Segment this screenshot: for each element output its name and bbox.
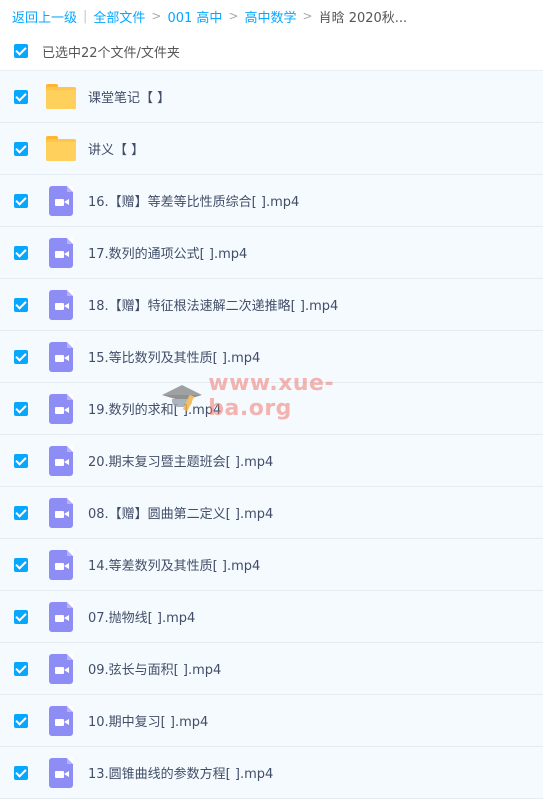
file-name[interactable]: 08.【赠】圆曲第二定义[ ].mp4 — [88, 503, 273, 522]
list-item[interactable]: 16.【赠】等差等比性质综合[ ].mp4 — [0, 175, 543, 227]
row-checkbox[interactable] — [14, 453, 28, 468]
video-file-icon — [46, 497, 78, 529]
selection-bar: 已选中22个文件/文件夹 — [0, 32, 543, 71]
selection-count-text: 已选中22个文件/文件夹 — [42, 45, 180, 61]
video-file-icon — [46, 445, 78, 477]
breadcrumb-001[interactable]: 001 高中 — [167, 7, 222, 26]
list-item[interactable]: 13.圆锥曲线的参数方程[ ].mp4 — [0, 747, 543, 799]
file-name[interactable]: 讲义【 】 — [88, 139, 144, 158]
row-checkbox[interactable] — [14, 661, 28, 676]
video-file-icon — [46, 601, 78, 633]
list-item[interactable]: 14.等差数列及其性质[ ].mp4 — [0, 539, 543, 591]
row-checkbox[interactable] — [14, 297, 28, 312]
breadcrumb-math[interactable]: 高中数学 — [245, 7, 297, 26]
file-name[interactable]: 17.数列的通项公式[ ].mp4 — [88, 243, 247, 262]
list-item[interactable]: 18.【赠】特征根法速解二次递推略[ ].mp4 — [0, 279, 543, 331]
file-name[interactable]: 09.弦长与面积[ ].mp4 — [88, 659, 221, 678]
breadcrumb-arrow: > — [151, 9, 162, 23]
list-item[interactable]: 20.期末复习暨主题班会[ ].mp4 — [0, 435, 543, 487]
row-checkbox[interactable] — [14, 89, 28, 104]
file-name[interactable]: 15.等比数列及其性质[ ].mp4 — [88, 347, 260, 366]
row-checkbox[interactable] — [14, 765, 28, 780]
file-name[interactable]: 18.【赠】特征根法速解二次递推略[ ].mp4 — [88, 295, 338, 314]
video-file-icon — [46, 705, 78, 737]
list-item[interactable]: 课堂笔记【 】 — [0, 71, 543, 123]
select-all-checkbox[interactable] — [14, 44, 28, 58]
video-file-icon — [46, 185, 78, 217]
list-item[interactable]: 07.抛物线[ ].mp4 — [0, 591, 543, 643]
list-item[interactable]: 09.弦长与面积[ ].mp4 — [0, 643, 543, 695]
breadcrumb-arrow: > — [302, 9, 313, 23]
video-file-icon — [46, 289, 78, 321]
file-name[interactable]: 14.等差数列及其性质[ ].mp4 — [88, 555, 260, 574]
file-name[interactable]: 13.圆锥曲线的参数方程[ ].mp4 — [88, 763, 273, 782]
breadcrumb: 返回上一级 | 全部文件 > 001 高中 > 高中数学 > 肖晗 2020秋.… — [0, 0, 543, 32]
row-checkbox[interactable] — [14, 193, 28, 208]
folder-icon — [46, 81, 78, 113]
file-name[interactable]: 10.期中复习[ ].mp4 — [88, 711, 208, 730]
file-name[interactable]: 19.数列的求和[ ].mp4 — [88, 399, 221, 418]
list-item[interactable]: 讲义【 】 — [0, 123, 543, 175]
breadcrumb-divider: | — [83, 8, 88, 24]
video-file-icon — [46, 757, 78, 789]
video-file-icon — [46, 341, 78, 373]
row-checkbox[interactable] — [14, 713, 28, 728]
list-item[interactable]: 15.等比数列及其性质[ ].mp4 — [0, 331, 543, 383]
breadcrumb-all-files[interactable]: 全部文件 — [93, 7, 145, 26]
file-name[interactable]: 16.【赠】等差等比性质综合[ ].mp4 — [88, 191, 299, 210]
row-checkbox[interactable] — [14, 141, 28, 156]
row-checkbox[interactable] — [14, 505, 28, 520]
row-checkbox[interactable] — [14, 401, 28, 416]
video-file-icon — [46, 653, 78, 685]
list-item[interactable]: 10.期中复习[ ].mp4 — [0, 695, 543, 747]
row-checkbox[interactable] — [14, 609, 28, 624]
file-name[interactable]: 课堂笔记【 】 — [88, 87, 170, 106]
list-item[interactable]: 19.数列的求和[ ].mp4 — [0, 383, 543, 435]
file-name[interactable]: 07.抛物线[ ].mp4 — [88, 607, 195, 626]
row-checkbox[interactable] — [14, 349, 28, 364]
file-name[interactable]: 20.期末复习暨主题班会[ ].mp4 — [88, 451, 273, 470]
row-checkbox[interactable] — [14, 557, 28, 572]
video-file-icon — [46, 549, 78, 581]
list-item[interactable]: 17.数列的通项公式[ ].mp4 — [0, 227, 543, 279]
folder-icon — [46, 133, 78, 165]
breadcrumb-current: 肖晗 2020秋... — [318, 10, 408, 26]
file-list: 课堂笔记【 】讲义【 】 16.【赠】等差等比性质综合[ ].mp4 17.数列的通… — [0, 71, 543, 799]
row-checkbox[interactable] — [14, 245, 28, 260]
list-item[interactable]: 08.【赠】圆曲第二定义[ ].mp4 — [0, 487, 543, 539]
breadcrumb-arrow: > — [228, 9, 239, 23]
back-link[interactable]: 返回上一级 — [12, 7, 77, 26]
video-file-icon — [46, 393, 78, 425]
video-file-icon — [46, 237, 78, 269]
